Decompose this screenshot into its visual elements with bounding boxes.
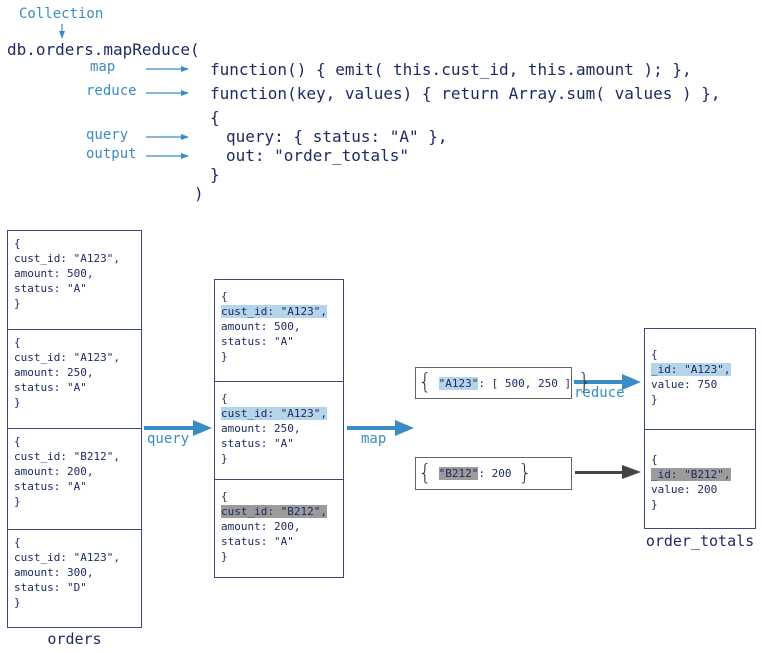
filtered-document: { cust_id: "B212", amount: 200, status: … [215, 479, 343, 578]
options-close-brace: } [210, 165, 220, 184]
reduce-stage-label: reduce [574, 385, 625, 401]
filtered-document: { cust_id: "A123", amount: 500, status: … [221, 290, 327, 363]
mapped-key-values-a123: { "A123": [ 500, 250 ] } [415, 367, 592, 399]
mapreduce-call-open: db.orders.mapReduce( [7, 40, 200, 59]
reduce-function-code: function(key, values) { return Array.sum… [210, 84, 721, 103]
b212-passthrough-arrow [575, 465, 641, 479]
order-totals-document: { _id: "A123", value: 750} [651, 348, 731, 406]
param-label-map: map [90, 59, 116, 75]
query-stage-label: query [147, 431, 190, 447]
map-stage-label: map [361, 431, 387, 447]
orders-caption: orders [47, 630, 102, 648]
order-totals-collection: { _id: "A123", value: 750} { _id: "B212"… [644, 328, 756, 529]
map-function-code: function() { emit( this.cust_id, this.am… [210, 60, 692, 79]
orders-document: { cust_id: "B212", amount: 200, status: … [8, 428, 141, 530]
orders-document: { cust_id: "A123", amount: 250, status: … [8, 329, 141, 429]
orders-collection: { cust_id: "A123", amount: 500, status: … [7, 230, 142, 628]
param-label-query: query [86, 127, 129, 143]
options-open-brace: { [210, 108, 220, 127]
order-totals-document: { _id: "B212", value: 200} [645, 429, 755, 529]
mapped-key-values-b212: { "B212": 200 } [415, 457, 572, 490]
mapreduce-call-close: ) [194, 184, 204, 203]
orders-document: { cust_id: "A123", amount: 300, status: … [8, 529, 141, 628]
param-label-output: output [86, 146, 137, 162]
param-label-reduce: reduce [86, 83, 137, 99]
query-results: { cust_id: "A123", amount: 500, status: … [214, 279, 344, 578]
orders-document: { cust_id: "A123", amount: 500, status: … [14, 237, 120, 310]
collection-label: Collection [19, 6, 104, 22]
order-totals-caption: order_totals [645, 532, 755, 550]
filtered-document: { cust_id: "A123", amount: 250, status: … [215, 381, 343, 480]
out-option-code: out: "order_totals" [226, 146, 410, 165]
query-option-code: query: { status: "A" }, [226, 127, 448, 146]
